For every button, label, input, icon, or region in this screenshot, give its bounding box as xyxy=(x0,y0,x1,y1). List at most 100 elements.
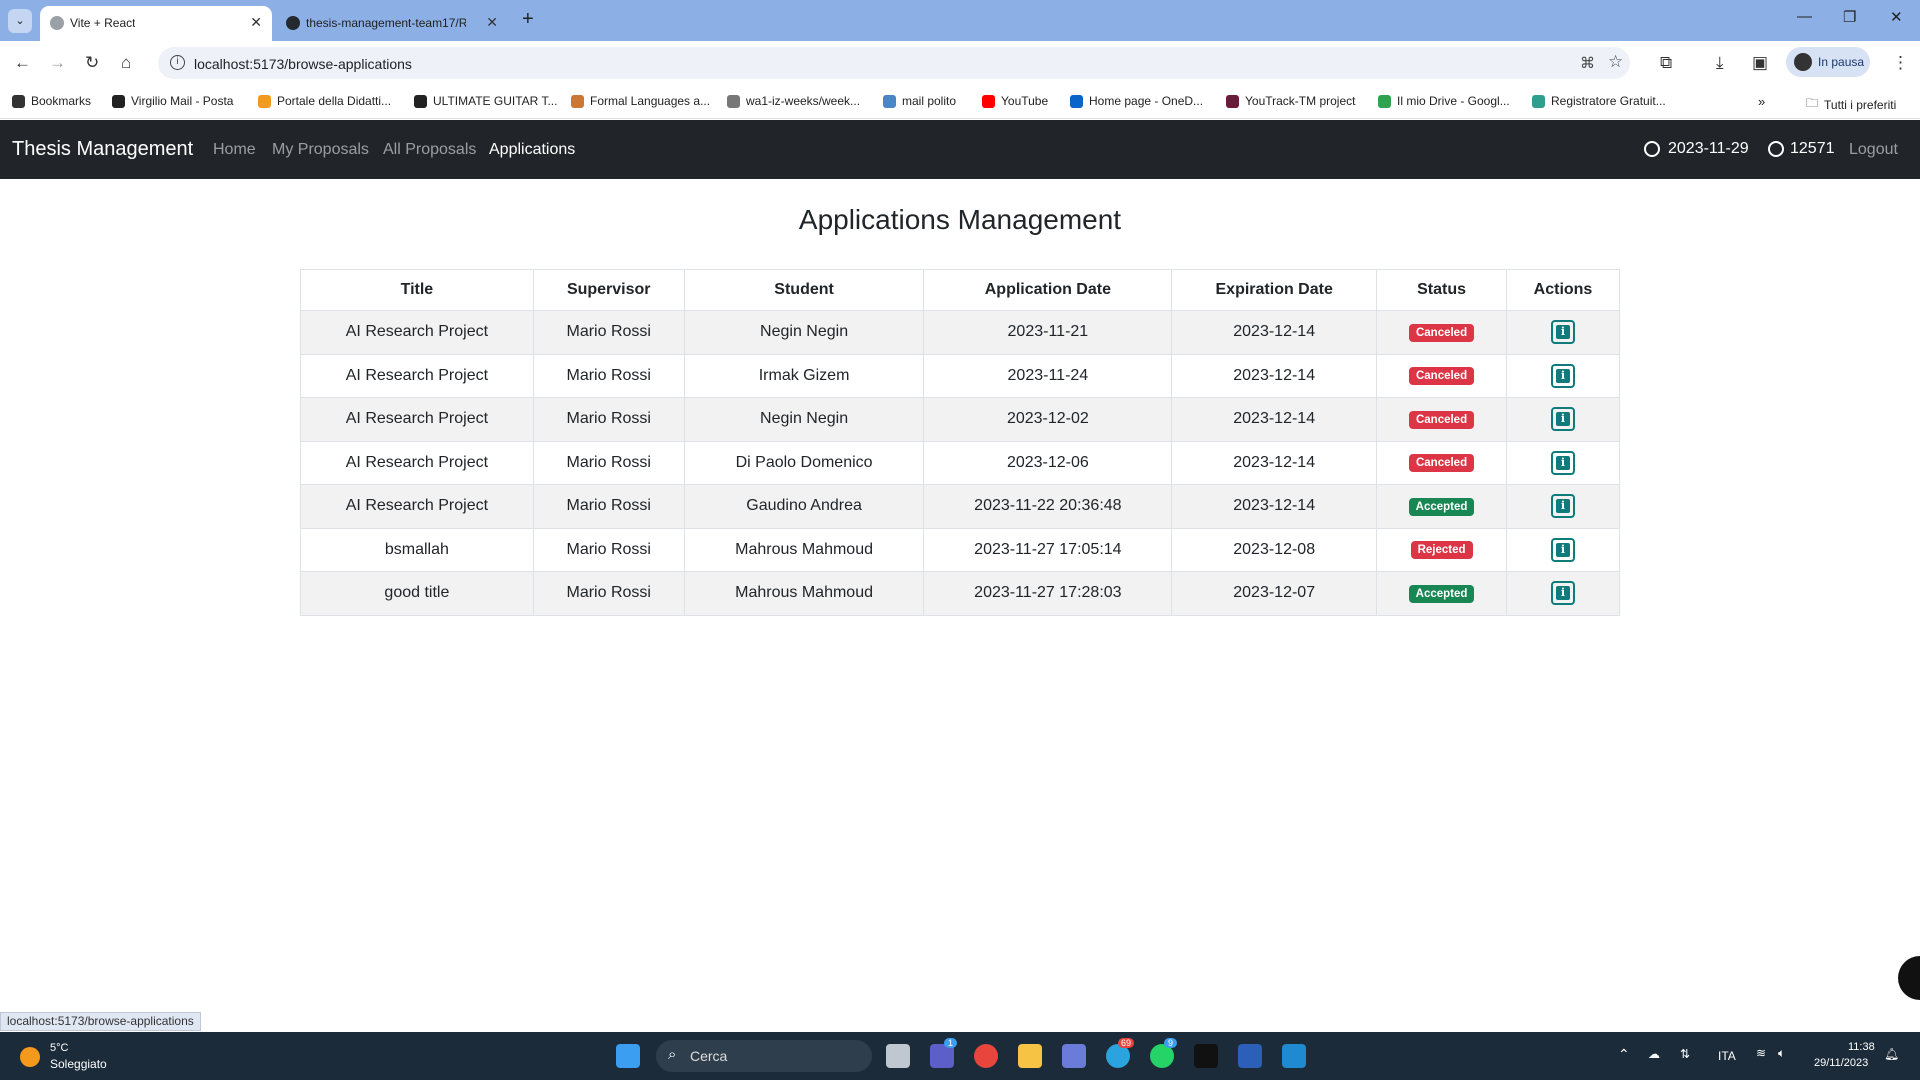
extensions-icon[interactable]: ⧉ xyxy=(1660,53,1672,73)
tab-search-button[interactable]: ⌄ xyxy=(8,9,32,33)
url-text[interactable]: localhost:5173/browse-applications xyxy=(194,56,412,72)
google-drive-icon xyxy=(1378,94,1391,108)
address-bar[interactable]: i localhost:5173/browse-applications ⌘ ☆ xyxy=(158,47,1630,79)
bookmark-item[interactable]: Virgilio Mail - Posta xyxy=(112,94,233,108)
translate-icon[interactable]: ⌘ xyxy=(1580,54,1595,72)
close-tab-icon[interactable]: ✕ xyxy=(250,14,262,31)
view-details-button[interactable]: i xyxy=(1551,537,1575,562)
logout-link[interactable]: Logout xyxy=(1849,141,1898,159)
restore-icon[interactable]: ❐ xyxy=(1843,8,1856,26)
word-icon[interactable] xyxy=(1238,1044,1262,1068)
home-icon[interactable]: ⌂ xyxy=(121,53,131,73)
folder-icon: 🗀 xyxy=(1806,96,1819,110)
view-details-button[interactable]: i xyxy=(1551,494,1575,519)
whatsapp-icon[interactable]: 9 xyxy=(1150,1038,1178,1068)
cell-application-date: 2023-12-02 xyxy=(923,397,1173,442)
floating-action-button[interactable] xyxy=(1898,956,1920,1000)
cell-expiration-date: 2023-12-14 xyxy=(1171,353,1378,398)
status-badge: Accepted xyxy=(1408,497,1475,516)
globe-icon xyxy=(50,16,64,30)
bookmark-item[interactable]: Bookmarks xyxy=(12,94,91,108)
nav-home[interactable]: Home xyxy=(213,141,256,159)
bookmark-item[interactable]: Portale della Didatti... xyxy=(258,94,391,108)
status-badge: Rejected xyxy=(1410,541,1473,560)
windows-taskbar: 5°C Soleggiato ⌕ Cerca 1 69 9 ⌃ ☁ ⇅ ITA … xyxy=(0,1032,1920,1080)
onedrive-icon[interactable]: ☁ xyxy=(1648,1047,1660,1061)
tab-vite-react[interactable]: Vite + React ✕ xyxy=(40,6,272,41)
bookmark-item[interactable]: mail polito xyxy=(883,94,956,108)
cell-title: bsmallah xyxy=(300,527,534,572)
close-window-icon[interactable]: ✕ xyxy=(1890,8,1903,26)
file-explorer-icon[interactable] xyxy=(1018,1044,1042,1068)
close-tab-icon[interactable]: ✕ xyxy=(486,14,498,31)
copilot-icon[interactable] xyxy=(1062,1044,1086,1068)
more-bookmarks-icon[interactable]: » xyxy=(1758,94,1765,109)
reload-icon[interactable]: ↻ xyxy=(85,53,99,73)
wifi-icon[interactable]: ≋ xyxy=(1756,1046,1766,1060)
bookmark-item[interactable]: wa1-iz-weeks/week... xyxy=(727,94,860,108)
cell-title: AI Research Project xyxy=(300,353,534,398)
back-icon[interactable]: ← xyxy=(14,53,31,73)
profile-button[interactable]: In pausa xyxy=(1786,47,1870,77)
cell-actions: i xyxy=(1506,397,1620,442)
forward-icon[interactable]: → xyxy=(49,53,66,73)
cell-supervisor: Mario Rossi xyxy=(532,310,685,355)
nav-applications[interactable]: Applications xyxy=(489,141,575,159)
notification-badge: 9 xyxy=(1164,1038,1178,1048)
clock-time[interactable]: 11:38 xyxy=(1848,1041,1875,1053)
telegram-icon[interactable]: 69 xyxy=(1106,1038,1135,1068)
download-icon[interactable]: ⤓ xyxy=(1716,53,1724,73)
volume-icon[interactable]: 🔈︎ xyxy=(1778,1046,1785,1061)
view-details-button[interactable]: i xyxy=(1551,320,1575,345)
star-icon xyxy=(12,94,25,108)
vscode-icon[interactable] xyxy=(1282,1044,1306,1068)
cell-actions: i xyxy=(1506,527,1620,572)
cell-student: Di Paolo Domenico xyxy=(683,440,925,485)
star-icon[interactable]: ☆ xyxy=(1608,52,1623,72)
start-icon[interactable] xyxy=(616,1044,640,1068)
view-details-button[interactable]: i xyxy=(1551,581,1575,606)
nav-my-proposals[interactable]: My Proposals xyxy=(272,141,369,159)
status-badge: Canceled xyxy=(1408,454,1475,473)
chrome-icon[interactable] xyxy=(974,1044,998,1068)
bookmarks-bar: Bookmarks Virgilio Mail - Posta Portale … xyxy=(0,85,1920,119)
bookmark-item[interactable]: Formal Languages a... xyxy=(571,94,710,108)
weather-widget[interactable]: 5°C Soleggiato xyxy=(18,1042,158,1072)
bookmark-item[interactable]: ULTIMATE GUITAR T... xyxy=(414,94,557,108)
menu-icon[interactable]: ⋮ xyxy=(1892,53,1909,73)
bookmark-item[interactable]: Il mio Drive - Googl... xyxy=(1378,94,1510,108)
taskbar-search[interactable]: ⌕ Cerca xyxy=(656,1040,872,1072)
show-hidden-icons[interactable]: ⌃ xyxy=(1618,1046,1630,1063)
brand[interactable]: Thesis Management xyxy=(12,138,193,161)
info-icon: i xyxy=(1556,542,1570,557)
view-details-button[interactable]: i xyxy=(1551,363,1575,388)
bookmark-item[interactable]: YouTrack-TM project xyxy=(1226,94,1355,108)
view-details-button[interactable]: i xyxy=(1551,407,1575,432)
minimize-icon[interactable]: — xyxy=(1797,8,1812,25)
teams-icon[interactable]: 1 xyxy=(930,1038,958,1068)
view-details-button[interactable]: i xyxy=(1551,450,1575,475)
task-view-icon[interactable] xyxy=(886,1044,910,1068)
app-icon[interactable] xyxy=(1194,1044,1218,1068)
cell-student: Negin Negin xyxy=(683,310,925,355)
site-info-icon[interactable]: i xyxy=(170,55,185,70)
table-row: AI Research Project Mario Rossi Negin Ne… xyxy=(300,310,1620,355)
cell-application-date: 2023-11-27 17:05:14 xyxy=(923,527,1173,572)
virtual-clock[interactable]: 2023-11-29 xyxy=(1644,140,1749,158)
cell-title: AI Research Project xyxy=(300,310,534,355)
side-panel-icon[interactable]: ▣ xyxy=(1752,53,1768,73)
language-indicator[interactable]: ITA xyxy=(1718,1049,1736,1063)
clock-date[interactable]: 29/11/2023 xyxy=(1814,1057,1868,1069)
new-tab-button[interactable]: + xyxy=(522,8,534,31)
cell-application-date: 2023-12-06 xyxy=(923,440,1173,485)
network-icon[interactable]: ⇅ xyxy=(1680,1047,1690,1061)
all-bookmarks-folder[interactable]: 🗀 Tutti i preferiti xyxy=(1806,94,1896,115)
nav-all-proposals[interactable]: All Proposals xyxy=(383,141,476,159)
notifications-icon[interactable]: 🔔︎ xyxy=(1884,1047,1899,1061)
bookmark-item[interactable]: Registratore Gratuit... xyxy=(1532,94,1666,108)
bookmark-item[interactable]: Home page - OneD... xyxy=(1070,94,1203,108)
column-header-status: Status xyxy=(1376,269,1507,311)
tab-github[interactable]: thesis-management-team17/RE ✕ xyxy=(276,6,508,41)
bookmark-item[interactable]: YouTube xyxy=(982,94,1048,108)
app-navbar: Thesis Management Home My Proposals All … xyxy=(0,120,1920,179)
